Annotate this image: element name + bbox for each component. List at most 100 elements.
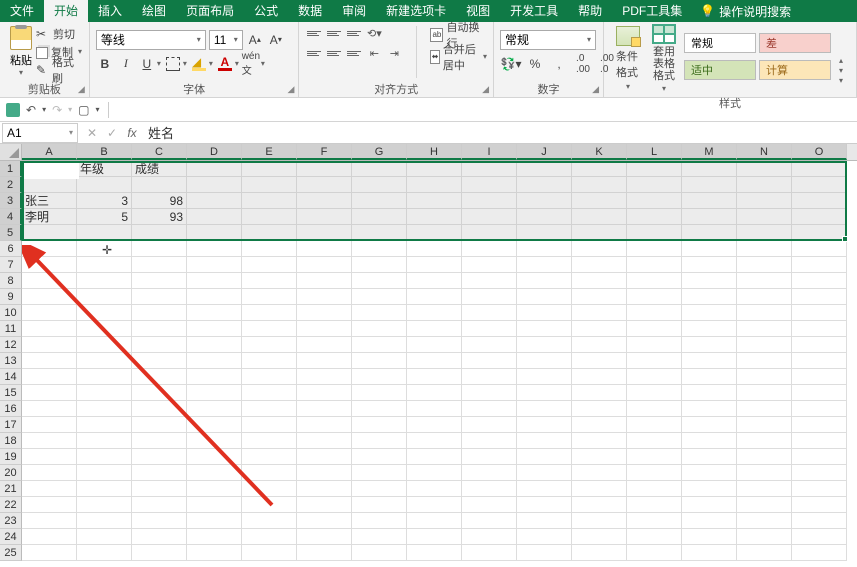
align-right-button[interactable] [345,46,363,62]
cell-I25[interactable] [462,545,517,561]
cell-H20[interactable] [407,465,462,481]
row-header-24[interactable]: 24 [0,529,22,545]
accounting-button[interactable]: 💱▾ [500,54,522,74]
cell-F7[interactable] [297,257,352,273]
cell-C12[interactable] [132,337,187,353]
cell-B18[interactable] [77,433,132,449]
cell-G14[interactable] [352,369,407,385]
cell-B5[interactable] [77,225,132,241]
row-header-18[interactable]: 18 [0,433,22,449]
cell-M1[interactable] [682,161,737,177]
cell-I24[interactable] [462,529,517,545]
cell-O2[interactable] [792,177,847,193]
cell-J21[interactable] [517,481,572,497]
row-header-4[interactable]: 4 [0,209,22,225]
tab-pagelayout[interactable]: 页面布局 [176,0,244,22]
cell-M19[interactable] [682,449,737,465]
cell-N24[interactable] [737,529,792,545]
decrease-indent-button[interactable]: ⇤ [365,46,383,62]
row-header-6[interactable]: 6 [0,241,22,257]
cell-H7[interactable] [407,257,462,273]
cell-F13[interactable] [297,353,352,369]
cell-K21[interactable] [572,481,627,497]
col-header-G[interactable]: G [352,144,407,160]
tab-file[interactable]: 文件 [0,0,44,22]
cell-J4[interactable] [517,209,572,225]
border-dropdown[interactable]: ▾ [183,59,187,68]
cell-G22[interactable] [352,497,407,513]
col-header-D[interactable]: D [187,144,242,160]
cell-A21[interactable] [22,481,77,497]
cell-D7[interactable] [187,257,242,273]
cell-G25[interactable] [352,545,407,561]
cell-K16[interactable] [572,401,627,417]
paste-dropdown[interactable]: ▾ [19,68,23,77]
cell-D22[interactable] [187,497,242,513]
align-middle-button[interactable] [325,26,343,42]
cell-N1[interactable] [737,161,792,177]
cell-L11[interactable] [627,321,682,337]
cell-F2[interactable] [297,177,352,193]
row-header-14[interactable]: 14 [0,369,22,385]
cell-E11[interactable] [242,321,297,337]
select-all-corner[interactable] [0,144,22,161]
cell-J14[interactable] [517,369,572,385]
cell-M21[interactable] [682,481,737,497]
cell-C7[interactable] [132,257,187,273]
cell-L18[interactable] [627,433,682,449]
cell-C21[interactable] [132,481,187,497]
cell-L16[interactable] [627,401,682,417]
cell-O16[interactable] [792,401,847,417]
cell-B20[interactable] [77,465,132,481]
cell-K22[interactable] [572,497,627,513]
cell-E8[interactable] [242,273,297,289]
cell-H5[interactable] [407,225,462,241]
cell-M16[interactable] [682,401,737,417]
cell-H10[interactable] [407,305,462,321]
font-color-button[interactable]: A [216,54,234,74]
cell-J13[interactable] [517,353,572,369]
cell-H19[interactable] [407,449,462,465]
cell-M12[interactable] [682,337,737,353]
cell-H3[interactable] [407,193,462,209]
cell-J22[interactable] [517,497,572,513]
cell-F16[interactable] [297,401,352,417]
cell-I22[interactable] [462,497,517,513]
tab-home[interactable]: 开始 [44,0,88,22]
cell-D12[interactable] [187,337,242,353]
cell-H2[interactable] [407,177,462,193]
cell-G13[interactable] [352,353,407,369]
bold-button[interactable]: B [96,54,114,74]
undo-dropdown[interactable]: ▾ [42,105,46,114]
cell-I5[interactable] [462,225,517,241]
cell-C17[interactable] [132,417,187,433]
row-header-13[interactable]: 13 [0,353,22,369]
cell-style-good[interactable]: 适中 [684,60,756,80]
col-header-J[interactable]: J [517,144,572,160]
cell-K14[interactable] [572,369,627,385]
cell-M13[interactable] [682,353,737,369]
cell-H15[interactable] [407,385,462,401]
cell-I10[interactable] [462,305,517,321]
cell-G9[interactable] [352,289,407,305]
save-button[interactable] [6,103,20,117]
col-header-I[interactable]: I [462,144,517,160]
cell-J23[interactable] [517,513,572,529]
cell-O21[interactable] [792,481,847,497]
cell-G16[interactable] [352,401,407,417]
cell-N20[interactable] [737,465,792,481]
tab-developer[interactable]: 开发工具 [500,0,568,22]
cell-E6[interactable] [242,241,297,257]
cell-A13[interactable] [22,353,77,369]
cell-K1[interactable] [572,161,627,177]
spreadsheet-grid[interactable]: ABCDEFGHIJKLMNO 123456789101112131415161… [0,144,857,561]
cell-O6[interactable] [792,241,847,257]
cell-A5[interactable] [22,225,77,241]
cell-O4[interactable] [792,209,847,225]
cell-J10[interactable] [517,305,572,321]
cell-O8[interactable] [792,273,847,289]
font-launcher[interactable]: ◢ [287,84,294,95]
cell-B24[interactable] [77,529,132,545]
cell-B13[interactable] [77,353,132,369]
cell-A3[interactable]: 张三 [22,193,77,209]
